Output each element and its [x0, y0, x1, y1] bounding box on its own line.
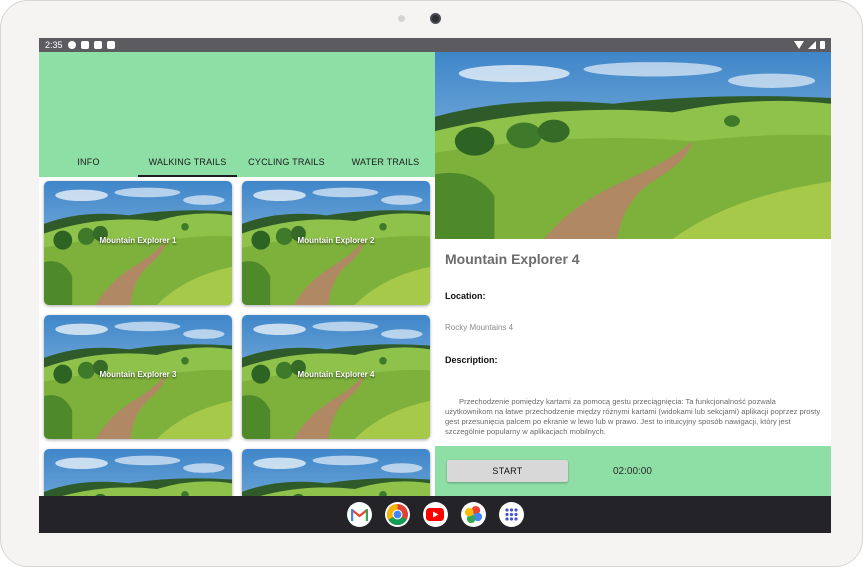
- tab-cycling-trails[interactable]: CYCLING TRAILS: [237, 147, 336, 177]
- shield-icon: [93, 41, 102, 49]
- youtube-icon[interactable]: [422, 502, 448, 527]
- trail-list-panel: INFO WALKING TRAILS CYCLING TRAILS WATER…: [39, 52, 435, 496]
- timer-bar: START 02:00:00: [435, 446, 831, 496]
- trail-card[interactable]: Mountain Explorer 3: [44, 315, 232, 439]
- trail-card-title: Mountain Explorer 2: [297, 236, 375, 245]
- tab-info[interactable]: INFO: [39, 147, 138, 177]
- gmail-icon[interactable]: [346, 502, 372, 527]
- photos-icon[interactable]: [460, 502, 486, 527]
- app-drawer-icon[interactable]: [498, 502, 524, 527]
- sd-card-icon: [106, 41, 115, 49]
- app-dock: [39, 496, 831, 533]
- tablet-frame: 2:35 INFO WALKING TRAILS CYCLING TRAILS …: [0, 0, 863, 567]
- wifi-icon: [794, 41, 804, 49]
- trail-card[interactable]: Mountain Explorer 2: [242, 181, 430, 305]
- camera-icon: [430, 13, 441, 24]
- description-text: Przechodzenie pomiędzy kartami za pomocą…: [445, 397, 821, 436]
- location-label: Location:: [445, 291, 486, 301]
- settings-icon: [67, 41, 76, 49]
- tab-water-trails[interactable]: WATER TRAILS: [336, 147, 435, 177]
- trail-hero-image: [435, 52, 831, 239]
- location-value: Rocky Mountains 4: [445, 323, 514, 332]
- trail-image: [242, 449, 430, 496]
- trail-detail-panel: Mountain Explorer 4 Location: Rocky Moun…: [435, 52, 831, 496]
- trail-title: Mountain Explorer 4: [445, 251, 580, 267]
- sensor-dot: [398, 15, 405, 22]
- description-label: Description:: [445, 355, 498, 365]
- timer-display: 02:00:00: [613, 466, 652, 477]
- trail-grid: Mountain Explorer 1 Mountain Explorer 2 …: [39, 177, 435, 496]
- tab-bar: INFO WALKING TRAILS CYCLING TRAILS WATER…: [39, 147, 435, 177]
- signal-icon: [808, 41, 816, 49]
- trail-card[interactable]: Mountain Explorer 4: [242, 315, 430, 439]
- trail-card[interactable]: [44, 449, 232, 496]
- start-button[interactable]: START: [447, 460, 568, 482]
- tab-walking-trails[interactable]: WALKING TRAILS: [138, 147, 237, 177]
- status-bar: 2:35: [39, 38, 831, 52]
- status-time: 2:35: [45, 40, 63, 50]
- trail-card[interactable]: [242, 449, 430, 496]
- screen: 2:35 INFO WALKING TRAILS CYCLING TRAILS …: [39, 38, 831, 533]
- trail-card-title: Mountain Explorer 4: [297, 370, 375, 379]
- chrome-icon[interactable]: [384, 502, 410, 527]
- trail-card[interactable]: Mountain Explorer 1: [44, 181, 232, 305]
- trail-card-title: Mountain Explorer 1: [99, 236, 177, 245]
- battery-icon: [820, 41, 825, 49]
- notification-icon: [80, 41, 89, 49]
- trail-image: [44, 449, 232, 496]
- trail-card-title: Mountain Explorer 3: [99, 370, 177, 379]
